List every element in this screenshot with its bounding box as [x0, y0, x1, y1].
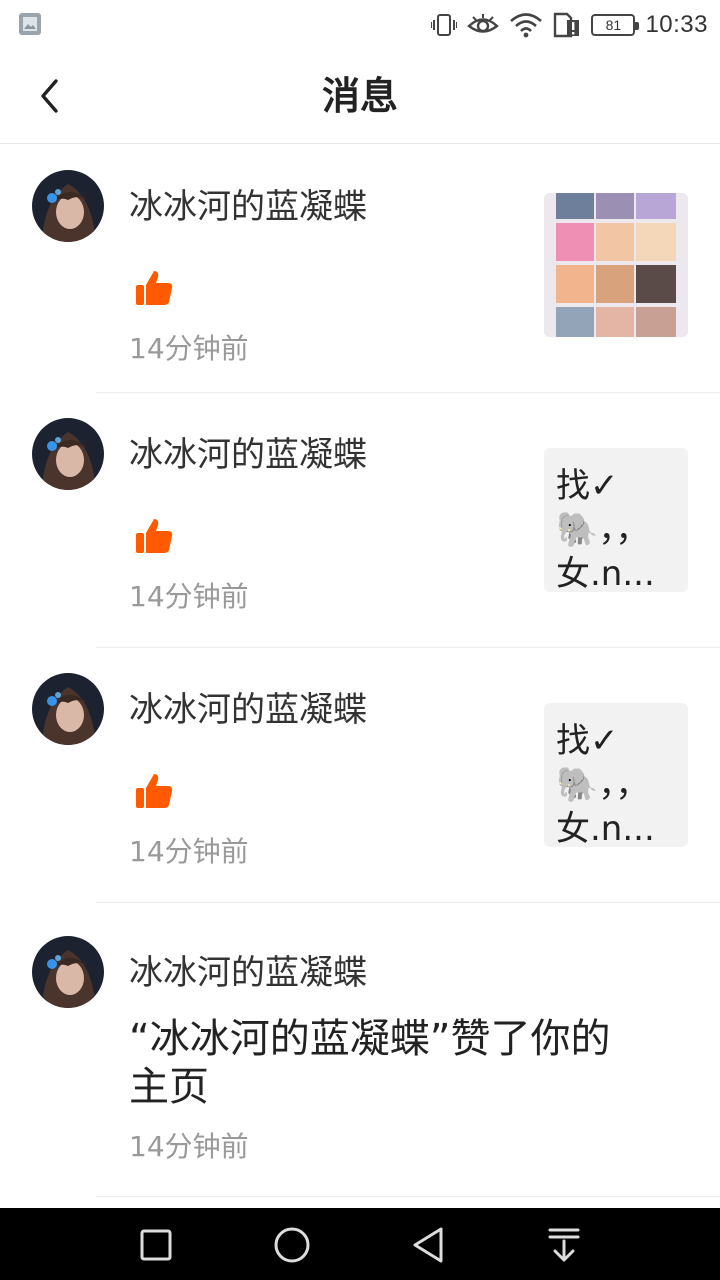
- back-icon: [413, 1227, 443, 1263]
- recent-apps-button[interactable]: [133, 1222, 179, 1268]
- message-text: “冰冰河的蓝凝蝶”赞了你的主页: [129, 1016, 611, 1110]
- battery-level: 81: [605, 17, 622, 33]
- message-item[interactable]: 冰冰河的蓝凝蝶 “冰冰河的蓝凝蝶”赞了你的主页 14分钟前: [0, 903, 720, 1197]
- timestamp: 14分钟前: [129, 835, 249, 868]
- notification-pull-button[interactable]: [541, 1222, 587, 1268]
- thumbs-up-icon: [136, 519, 173, 553]
- status-time: 10:33: [645, 11, 708, 38]
- thumbs-up-icon: [136, 774, 173, 808]
- message-item[interactable]: 冰冰河的蓝凝蝶 14分钟前 找✓ 🐘，， 女.n...: [0, 393, 720, 648]
- wifi-icon: [510, 13, 543, 38]
- vibrate-icon: [431, 14, 458, 36]
- post-thumbnail[interactable]: 找✓ 🐘，， 女.n...: [544, 703, 688, 847]
- thumbnail-text: 找✓ 🐘，， 女.n...: [556, 721, 655, 847]
- post-thumbnail[interactable]: [544, 193, 688, 337]
- thumbnail-text: 找✓ 🐘，， 女.n...: [556, 466, 655, 592]
- notification-pull-icon: [548, 1228, 580, 1262]
- home-icon: [274, 1227, 310, 1263]
- avatar[interactable]: [32, 673, 104, 745]
- status-bar: 81 10:33: [0, 0, 720, 50]
- battery-indicator: 81: [591, 14, 640, 36]
- avatar[interactable]: [32, 418, 104, 490]
- avatar[interactable]: [32, 936, 104, 1008]
- username[interactable]: 冰冰河的蓝凝蝶: [129, 951, 367, 995]
- post-thumbnail[interactable]: 找✓ 🐘，， 女.n...: [544, 448, 688, 592]
- thumbs-up-icon: [136, 271, 173, 305]
- sim-alert-icon: [554, 12, 580, 38]
- username[interactable]: 冰冰河的蓝凝蝶: [129, 433, 367, 477]
- eye-icon: [467, 14, 500, 33]
- message-list: 冰冰河的蓝凝蝶 14分钟前 冰冰河的蓝凝蝶 14分钟前 找✓ 🐘，， 女.n..…: [0, 145, 720, 1197]
- system-nav-bar: [0, 1208, 720, 1280]
- username[interactable]: 冰冰河的蓝凝蝶: [129, 185, 367, 229]
- avatar[interactable]: [32, 170, 104, 242]
- home-button[interactable]: [269, 1222, 315, 1268]
- username[interactable]: 冰冰河的蓝凝蝶: [129, 688, 367, 732]
- gallery-icon: [19, 13, 41, 35]
- timestamp: 14分钟前: [129, 332, 249, 365]
- nav-back-button[interactable]: [405, 1222, 451, 1268]
- timestamp: 14分钟前: [129, 1130, 249, 1163]
- recent-apps-icon: [140, 1229, 172, 1261]
- page-title: 消息: [321, 74, 398, 118]
- timestamp: 14分钟前: [129, 580, 249, 613]
- message-item[interactable]: 冰冰河的蓝凝蝶 14分钟前: [0, 145, 720, 393]
- header: 消息: [0, 50, 720, 144]
- message-item[interactable]: 冰冰河的蓝凝蝶 14分钟前 找✓ 🐘，， 女.n...: [0, 648, 720, 903]
